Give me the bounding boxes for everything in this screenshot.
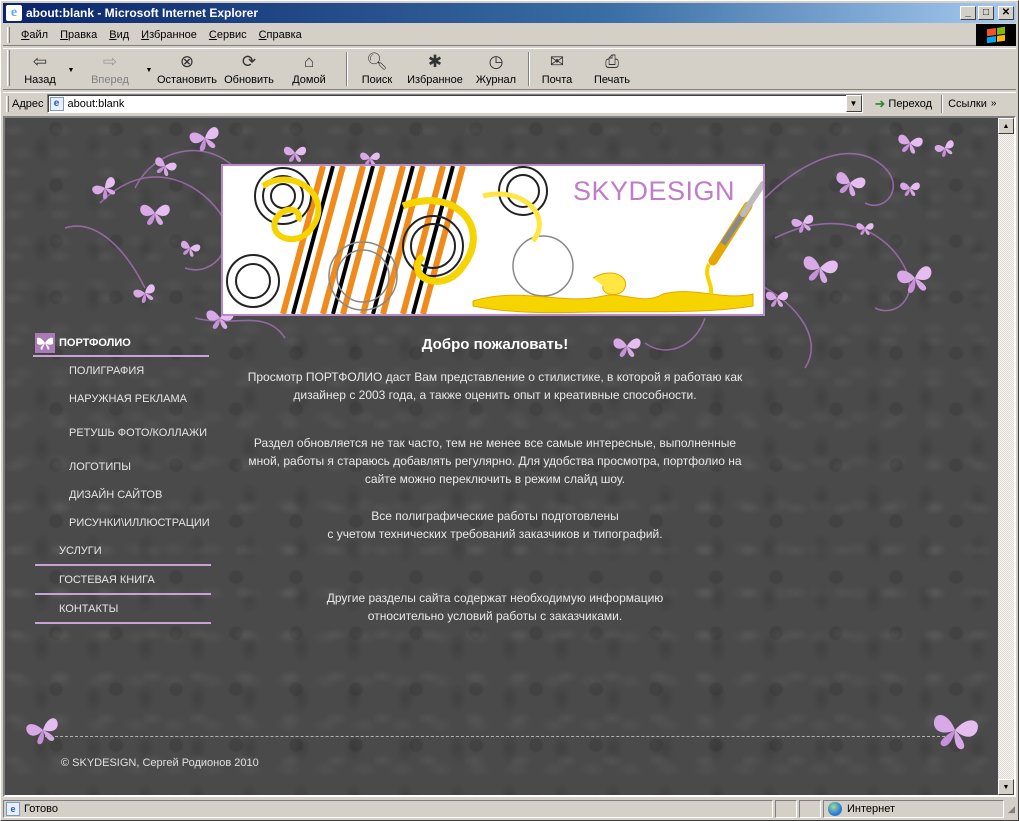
address-grip[interactable] — [6, 95, 9, 112]
go-arrow-icon: ➜ — [874, 95, 886, 111]
back-dropdown[interactable]: ▼ — [66, 49, 76, 89]
print-button[interactable]: ⎙ Печать — [584, 49, 640, 89]
nav-item-logos[interactable]: ЛОГОТИПЫ — [69, 453, 223, 481]
update-paragraph: Раздел обновляется не так часто, тем не … — [248, 436, 742, 486]
nav-item-contacts[interactable]: КОНТАКТЫ — [35, 595, 211, 624]
status-bar: e Готово Интернет ◢ — [3, 799, 1016, 819]
menu-tools[interactable]: Сервис — [203, 29, 253, 41]
web-page: SKYDESIGN ПОРТФОЛИО ПОЛИГРАФИЯ НАРУЖНАЯ … — [5, 118, 998, 795]
scroll-up-button[interactable]: ▲ — [998, 118, 1014, 134]
zone-cell: Интернет — [823, 800, 1004, 818]
site-nav: ПОРТФОЛИО ПОЛИГРАФИЯ НАРУЖНАЯ РЕКЛАМА РЕ… — [33, 331, 223, 624]
history-icon: ◷ — [488, 52, 504, 71]
forward-arrow-icon: ⇨ — [102, 52, 118, 71]
home-icon: ⌂ — [303, 52, 315, 71]
address-dropdown[interactable]: ▼ — [845, 95, 862, 112]
page-status-icon: e — [6, 802, 20, 816]
scroll-down-button[interactable]: ▼ — [998, 779, 1014, 795]
toolbar-separator — [346, 52, 348, 86]
menu-grip[interactable] — [7, 26, 10, 43]
history-button[interactable]: ◷ Журнал — [470, 49, 522, 89]
forward-dropdown[interactable]: ▼ — [144, 49, 154, 89]
stop-button[interactable]: ⊗ Остановить — [154, 49, 220, 89]
toolbar-separator-2 — [528, 52, 530, 86]
favorites-icon: ✱ — [427, 52, 443, 71]
welcome-heading: Добро пожаловать! — [421, 336, 569, 353]
brand-logo: SKYDESIGN — [572, 176, 735, 206]
nav-item-illustrations[interactable]: РИСУНКИ\ИЛЛЮСТРАЦИИ — [69, 509, 223, 537]
menu-view[interactable]: Вид — [103, 29, 135, 41]
forward-button[interactable]: ⇨ Вперед — [76, 49, 144, 89]
window-title: about:blank - Microsoft Internet Explore… — [26, 6, 259, 20]
home-button[interactable]: ⌂ Домой — [278, 49, 340, 89]
maximize-button[interactable]: □ — [978, 6, 994, 20]
butterfly-icon — [35, 333, 55, 353]
search-button[interactable]: 🔍︎ Поиск — [354, 49, 400, 89]
links-button[interactable]: Ссылки — [948, 98, 987, 110]
toolbar-grip[interactable] — [7, 49, 10, 86]
globe-icon — [828, 802, 842, 816]
minimize-button[interactable]: _ — [960, 6, 976, 20]
intro-paragraph: Просмотр ПОРТФОЛИО даст Вам представлени… — [247, 370, 743, 402]
nav-item-services[interactable]: УСЛУГИ — [35, 537, 211, 566]
nav-item-photo-retouch[interactable]: РЕТУШЬ ФОТО/КОЛЛАЖИ — [69, 413, 223, 453]
main-content: Добро пожаловать! Просмотр ПОРТФОЛИО дас… — [225, 336, 765, 644]
nav-item-polygraphy[interactable]: ПОЛИГРАФИЯ — [69, 357, 223, 385]
standard-toolbar: ⇦ Назад ▼ ⇨ Вперед ▼ ⊗ Остановить ⟳ Обно… — [3, 48, 1016, 90]
portfolio-submenu: ПОЛИГРАФИЯ НАРУЖНАЯ РЕКЛАМА РЕТУШЬ ФОТО/… — [33, 357, 223, 537]
page-icon: e — [49, 96, 64, 111]
menu-edit[interactable]: Правка — [54, 29, 103, 41]
mail-icon: ✉ — [549, 52, 565, 71]
ie-logo-icon: e — [6, 5, 22, 21]
address-input[interactable]: e about:blank ▼ — [46, 94, 863, 113]
refresh-icon: ⟳ — [241, 52, 257, 71]
status-text-cell: e Готово — [3, 800, 773, 818]
stop-icon: ⊗ — [179, 52, 195, 71]
menu-help[interactable]: Справка — [253, 29, 308, 41]
site-banner: SKYDESIGN — [221, 164, 765, 316]
menu-bar: Файл Правка Вид Избранное Сервис Справка — [3, 24, 1016, 46]
back-arrow-icon: ⇦ — [32, 52, 48, 71]
content-viewport: SKYDESIGN ПОРТФОЛИО ПОЛИГРАФИЯ НАРУЖНАЯ … — [3, 116, 1016, 797]
scroll-track[interactable] — [998, 134, 1014, 779]
main-menu: УСЛУГИ ГОСТЕВАЯ КНИГА КОНТАКТЫ — [33, 537, 223, 624]
other-sections-paragraph: Другие разделы сайта содержат необходиму… — [326, 591, 664, 623]
resize-grip-icon[interactable]: ◢ — [1008, 804, 1015, 815]
nav-item-web-design[interactable]: ДИЗАЙН САЙТОВ — [69, 481, 223, 509]
print-paragraph: Все полиграфические работы подготовлены … — [327, 509, 663, 541]
windows-logo-icon — [976, 24, 1016, 46]
nav-item-outdoor-ads[interactable]: НАРУЖНАЯ РЕКЛАМА — [69, 385, 223, 413]
address-label: Адрес — [12, 97, 44, 110]
printer-icon: ⎙ — [605, 52, 619, 71]
refresh-button[interactable]: ⟳ Обновить — [220, 49, 278, 89]
vertical-scrollbar[interactable]: ▲ ▼ — [998, 118, 1014, 795]
menu-favorites[interactable]: Избранное — [135, 29, 203, 41]
address-value[interactable]: about:blank — [68, 98, 125, 110]
status-cell-empty-2 — [799, 800, 821, 818]
nav-portfolio[interactable]: ПОРТФОЛИО — [33, 331, 209, 357]
address-bar: Адрес e about:blank ▼ ➜ Переход Ссылки » — [3, 92, 1016, 114]
favorites-button[interactable]: ✱ Избранное — [400, 49, 470, 89]
ie-window: e about:blank - Microsoft Internet Explo… — [0, 0, 1019, 821]
back-button[interactable]: ⇦ Назад — [14, 49, 66, 89]
close-button[interactable]: ✕ — [998, 6, 1014, 20]
copyright: © SKYDESIGN, Сергей Родионов 2010 — [61, 757, 259, 769]
title-bar: e about:blank - Microsoft Internet Explo… — [3, 3, 1016, 23]
status-cell-empty-1 — [775, 800, 797, 818]
mail-button[interactable]: ✉ Почта — [536, 49, 578, 89]
search-icon: 🔍︎ — [366, 52, 388, 71]
footer-divider — [45, 736, 945, 737]
chevron-right-icon[interactable]: » — [991, 98, 997, 109]
go-button[interactable]: ➜ Переход — [869, 94, 939, 114]
menu-file[interactable]: Файл — [15, 29, 54, 41]
links-separator — [941, 94, 944, 113]
nav-item-guestbook[interactable]: ГОСТЕВАЯ КНИГА — [35, 566, 211, 595]
